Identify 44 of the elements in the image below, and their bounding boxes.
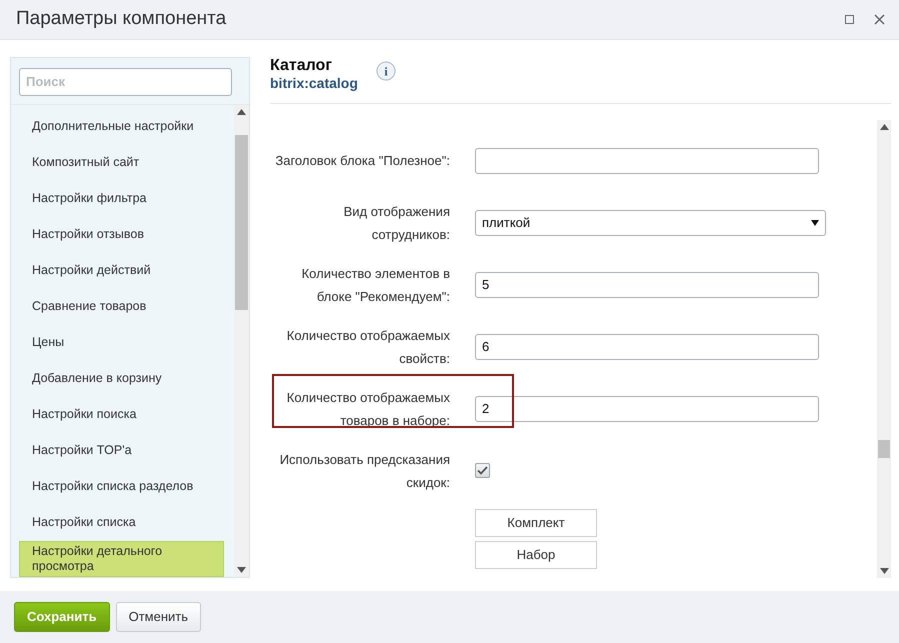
input-field[interactable]: 5: [475, 272, 819, 298]
scroll-down-icon[interactable]: [880, 568, 888, 574]
option-button[interactable]: Комплект: [475, 508, 597, 537]
sidebar-item[interactable]: Настройки списка разделов: [19, 468, 224, 505]
option-button[interactable]: Набор: [475, 540, 597, 569]
field-label: Количество элементов в блоке "Рекомендуем":: [302, 266, 450, 304]
sidebar-item[interactable]: Дополнительные настройки: [19, 108, 224, 145]
input-field[interactable]: 6: [475, 334, 819, 360]
component-code: bitrix:catalog: [270, 74, 358, 91]
sidebar-item[interactable]: Композитный сайт: [19, 144, 224, 181]
field-label: Использовать предсказания скидок:: [280, 452, 450, 490]
field-label: Количество отображаемых товаров в наборе:: [286, 390, 450, 428]
sidebar-item[interactable]: Добавление в корзину: [19, 360, 224, 397]
maximize-icon[interactable]: [845, 14, 854, 24]
checkbox[interactable]: [475, 463, 490, 478]
sidebar-item[interactable]: Настройки детального просмотра: [19, 540, 224, 577]
sidebar-item[interactable]: Сравнение товаров: [19, 288, 224, 325]
scroll-thumb[interactable]: [235, 134, 248, 310]
window-title: Параметры компонента: [16, 8, 228, 30]
dropdown-field[interactable]: плиткой: [475, 210, 826, 236]
info-icon[interactable]: i: [376, 60, 396, 81]
sidebar-item[interactable]: Настройки списка: [19, 504, 224, 541]
cancel-button[interactable]: Отменить: [116, 602, 202, 632]
field-label: Заголовок блока "Полезное":: [275, 153, 450, 168]
sidebar-item[interactable]: Настройки TOP'а: [19, 432, 224, 469]
search-field[interactable]: Поиск: [19, 68, 232, 96]
field-label: Вид отображения сотрудников:: [344, 204, 450, 242]
sidebar-item[interactable]: Настройки действий: [19, 252, 224, 289]
caret-icon: [811, 220, 819, 226]
input-field[interactable]: 2: [475, 396, 819, 422]
sidebar-item[interactable]: Цены: [19, 324, 224, 361]
scroll-up-icon[interactable]: [880, 124, 888, 130]
sidebar-item[interactable]: Настройки фильтра: [19, 180, 224, 217]
component-title: Каталог: [270, 56, 333, 75]
scrollbar[interactable]: [877, 120, 891, 578]
close-icon[interactable]: [874, 14, 885, 25]
scroll-up-icon[interactable]: [237, 108, 246, 115]
scrollbar[interactable]: [234, 104, 249, 577]
field-label: Количество отображаемых свойств:: [286, 328, 450, 366]
scroll-thumb[interactable]: [878, 440, 890, 458]
scroll-down-icon[interactable]: [237, 566, 246, 573]
sidebar-item[interactable]: Настройки отзывов: [19, 216, 224, 253]
sidebar-item[interactable]: Настройки поиска: [19, 396, 224, 433]
input-field[interactable]: [475, 148, 819, 174]
